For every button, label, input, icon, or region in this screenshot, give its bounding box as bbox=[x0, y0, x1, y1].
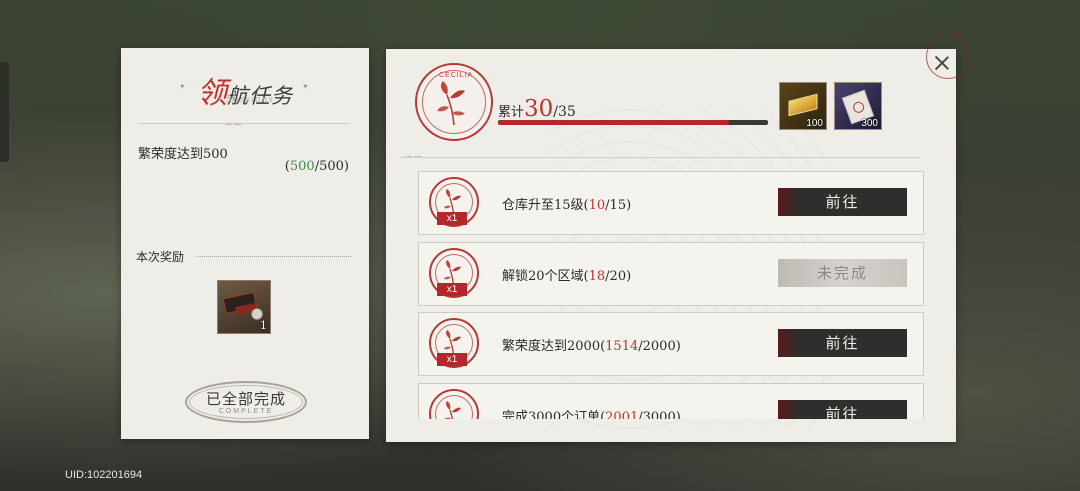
go-button[interactable]: 前往 bbox=[778, 188, 907, 216]
total-progress-label: 累计30/35 bbox=[498, 96, 576, 122]
task-row: x1 繁荣度达到2000(1514/2000) 前往 bbox=[418, 312, 924, 376]
all-complete-stamp: 已全部完成 COMPLETE bbox=[185, 381, 307, 423]
task-multiplier: x1 bbox=[437, 353, 467, 366]
go-button[interactable]: 前往 bbox=[778, 400, 907, 419]
task-text: 繁荣度达到2000( bbox=[502, 339, 606, 354]
task-max: /20) bbox=[605, 269, 632, 284]
dotted-divider bbox=[196, 256, 351, 257]
task-description: 解锁20个区域(18/20) bbox=[502, 265, 631, 284]
total-progress-bar bbox=[498, 120, 768, 125]
flower-emblem-icon bbox=[437, 81, 465, 126]
current-mission-name: 繁荣度达到500 bbox=[138, 147, 228, 162]
task-text: 解锁20个区域( bbox=[502, 269, 589, 284]
flower-emblem-icon bbox=[444, 401, 461, 419]
task-description: 仓库升至15级(10/15) bbox=[502, 194, 631, 213]
close-icon[interactable] bbox=[933, 54, 951, 72]
cecilia-seal-logo: CECILIA bbox=[415, 63, 493, 141]
reward-item-train[interactable]: 1 bbox=[217, 280, 271, 334]
progress-max: 500 bbox=[319, 159, 344, 174]
milestone-reward-gold[interactable]: 100 bbox=[779, 82, 827, 130]
total-progress-fill bbox=[498, 120, 730, 125]
panel-title: 领航任务 bbox=[121, 68, 369, 112]
gold-bar-icon bbox=[788, 93, 818, 117]
task-multiplier: x1 bbox=[437, 283, 467, 296]
divider bbox=[400, 157, 920, 158]
user-id: UID:102201694 bbox=[65, 469, 143, 481]
task-seal-icon bbox=[429, 389, 479, 419]
side-edge-tab[interactable] bbox=[0, 62, 9, 162]
task-text: 仓库升至15级( bbox=[502, 198, 589, 213]
total-current: 30 bbox=[524, 96, 554, 122]
reward-label: 本次奖励 bbox=[136, 250, 185, 264]
total-label-text: 累计 bbox=[498, 105, 525, 120]
title-first-char: 领 bbox=[197, 76, 227, 111]
incomplete-button[interactable]: 未完成 bbox=[778, 259, 907, 287]
divider bbox=[139, 123, 349, 124]
complete-label-en: COMPLETE bbox=[218, 408, 274, 415]
reward-qty: 300 bbox=[861, 118, 878, 129]
task-list[interactable]: x1 仓库升至15级(10/15) 前往 x1 解锁20个区域(18/20) 未… bbox=[418, 171, 924, 419]
current-mission-progress: (500/500) bbox=[284, 159, 349, 174]
task-current: 18 bbox=[588, 269, 606, 284]
task-row: x1 解锁20个区域(18/20) 未完成 bbox=[418, 242, 924, 306]
task-multiplier: x1 bbox=[437, 212, 467, 225]
task-description: 繁荣度达到2000(1514/2000) bbox=[502, 335, 681, 354]
task-current: 10 bbox=[588, 198, 606, 213]
task-row: x1 完成3000个订单(2001/3000) 前往 bbox=[418, 383, 924, 419]
reward-qty: 100 bbox=[806, 118, 823, 129]
task-max: /15) bbox=[605, 198, 632, 213]
seal-text: CECILIA bbox=[439, 72, 474, 79]
task-current: 2001 bbox=[605, 410, 639, 419]
task-row: x1 仓库升至15级(10/15) 前往 bbox=[418, 171, 924, 235]
task-current: 1514 bbox=[605, 339, 639, 354]
milestone-reward-ticket[interactable]: 300 bbox=[834, 82, 882, 130]
total-max: /35 bbox=[553, 104, 576, 120]
swirl-ornament-icon: ∽∽ bbox=[224, 118, 243, 131]
task-max: /3000) bbox=[638, 410, 681, 419]
mission-summary-panel: ✦ ✦ 领航任务 Missions ∽∽ 繁荣度达到500 (500/500) … bbox=[121, 48, 369, 439]
task-text: 完成3000个订单( bbox=[502, 410, 606, 419]
reward-count: 1 bbox=[260, 319, 267, 332]
mission-list-panel: CECILIA 累计30/35 100 300 ∽∽ x1 仓库升至15级(10… bbox=[386, 35, 970, 442]
progress-current: 500 bbox=[289, 159, 315, 174]
task-description: 完成3000个订单(2001/3000) bbox=[502, 406, 681, 419]
go-button[interactable]: 前往 bbox=[778, 329, 907, 357]
panel-subtitle: Missions bbox=[225, 95, 275, 105]
task-max: /2000) bbox=[638, 339, 681, 354]
complete-label: 已全部完成 bbox=[205, 390, 286, 408]
